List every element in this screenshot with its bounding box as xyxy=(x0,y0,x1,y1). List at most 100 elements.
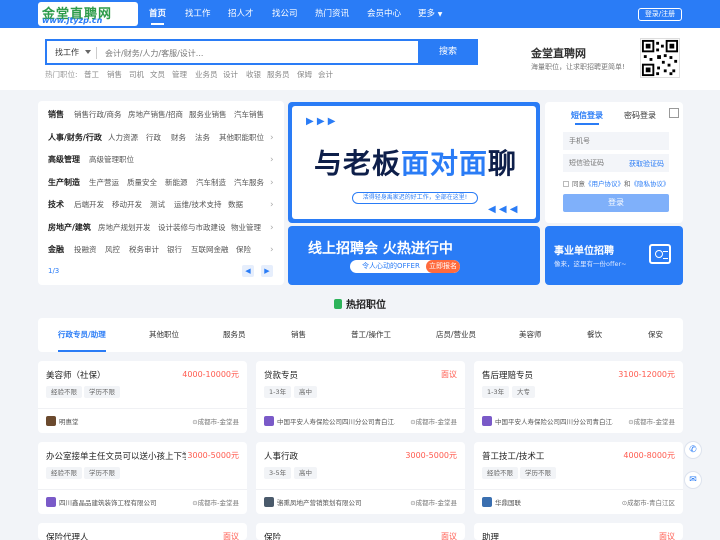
hot-job-link[interactable]: 收银 xyxy=(246,69,261,80)
job-card[interactable]: 办公室接单主任文员可以送小孩上下学 3000-5000元 经验不限 学历不限 四… xyxy=(38,442,247,514)
banner-public-institution[interactable]: 事业单位招聘 像来，这里有一份offer~ xyxy=(545,226,683,285)
nav-recruit[interactable]: 招人才 xyxy=(228,0,254,28)
job-card[interactable]: 售后理赔专员 3100-12000元 1-3年 大专 中国平安人寿保险公司四川分… xyxy=(474,361,683,433)
category-name[interactable]: 销售 xyxy=(48,104,64,127)
hot-job-link[interactable]: 保姆 xyxy=(297,69,312,80)
job-card[interactable]: 美容师（社保） 4000-10000元 经验不限 学历不限 明惠堂 ⊙成都市-金… xyxy=(38,361,247,433)
job-card[interactable]: 贷款专员 面议 1-3年 高中 中国平安人寿保险公司四川分公司青白江... ⊙成… xyxy=(256,361,465,433)
tab-worker[interactable]: 普工/操作工 xyxy=(351,318,391,352)
category-next-button[interactable]: ▶ xyxy=(261,265,273,277)
category-link[interactable]: 投融资 xyxy=(74,239,97,262)
category-link[interactable]: 测试 xyxy=(150,194,165,217)
job-title[interactable]: 美容师（社保） xyxy=(46,369,106,381)
category-row[interactable]: 高级管理 高级管理职位 › xyxy=(38,149,284,172)
company-name[interactable]: 骆熏凤地产营销策划有限公司 xyxy=(277,497,395,507)
company-name[interactable]: 明惠堂 xyxy=(59,416,177,426)
category-link[interactable]: 运维/技术支持 xyxy=(174,194,222,217)
company-name[interactable]: 中国平安人寿保险公司四川分公司青白江... xyxy=(277,416,395,426)
category-link[interactable]: 银行 xyxy=(167,239,182,262)
nav-companies[interactable]: 找公司 xyxy=(272,0,298,28)
tab-waiter[interactable]: 服务员 xyxy=(223,318,246,352)
banner-online-job-fair[interactable]: 线上招聘会 火热进行中 令人心动的OFFER 立即报名 xyxy=(288,226,540,285)
category-link[interactable]: 销售行政/商务 xyxy=(74,104,122,127)
category-link[interactable]: 行政 xyxy=(146,127,161,150)
category-link[interactable]: 汽车制造 xyxy=(196,172,226,195)
company-name[interactable]: 四川鑫晶品建筑装饰工程有限公司 xyxy=(59,497,177,507)
privacy-agreement-link[interactable]: 《隐私协议》 xyxy=(631,180,670,188)
nav-find-job[interactable]: 找工作 xyxy=(185,0,211,28)
category-link[interactable]: 其他职能职位 xyxy=(219,127,264,150)
job-title[interactable]: 贷款专员 xyxy=(264,369,298,381)
category-link[interactable]: 设计装修与市政建设 xyxy=(158,217,226,240)
category-link[interactable]: 风控 xyxy=(105,239,120,262)
job-card[interactable]: 助理 面议 xyxy=(474,523,683,540)
search-type-select[interactable]: 找工作 xyxy=(55,47,79,58)
hot-job-link[interactable]: 文员 xyxy=(150,69,165,80)
job-title[interactable]: 保险 xyxy=(264,531,281,540)
phone-icon[interactable]: ✆ xyxy=(684,441,702,459)
category-link[interactable]: 质量安全 xyxy=(127,172,157,195)
hot-job-link[interactable]: 司机 xyxy=(129,69,144,80)
category-name[interactable]: 人事/财务/行政 xyxy=(48,127,102,150)
agree-checkbox[interactable] xyxy=(563,181,569,187)
category-name[interactable]: 金融 xyxy=(48,239,64,262)
hot-job-link[interactable]: 管理 xyxy=(172,69,187,80)
category-name[interactable]: 生产制造 xyxy=(48,172,80,195)
job-title[interactable]: 助理 xyxy=(482,531,499,540)
company-name[interactable]: 华鼎国联 xyxy=(495,497,613,507)
hot-job-link[interactable]: 普工 xyxy=(84,69,99,80)
job-title[interactable]: 保险代理人 xyxy=(46,531,89,540)
hot-job-link[interactable]: 设计 xyxy=(223,69,238,80)
category-link[interactable]: 汽车服务 xyxy=(234,172,264,195)
job-card[interactable]: 普工技工/技术工 4000-8000元 经验不限 学历不限 华鼎国联 ⊙成都市-… xyxy=(474,442,683,514)
category-prev-button[interactable]: ◀ xyxy=(242,265,254,277)
category-link[interactable]: 互联网金融 xyxy=(191,239,229,262)
hot-job-link[interactable]: 会计 xyxy=(318,69,333,80)
category-link[interactable]: 高级管理职位 xyxy=(89,149,134,172)
login-register-button[interactable]: 登录/注册 xyxy=(638,8,682,21)
job-card[interactable]: 保险 面议 xyxy=(256,523,465,540)
hot-job-link[interactable]: 业务员 xyxy=(195,69,218,80)
category-row[interactable]: 生产制造 生产营运 质量安全 新能源 汽车制造 汽车服务 › xyxy=(38,172,284,195)
category-row[interactable]: 技术 后端开发 移动开发 测试 运维/技术支持 数据 › xyxy=(38,194,284,217)
nav-news[interactable]: 热门资讯 xyxy=(315,0,349,28)
get-code-button[interactable]: 获取验证码 xyxy=(629,159,664,169)
nav-member-center[interactable]: 会员中心 xyxy=(367,0,401,28)
category-row[interactable]: 人事/财务/行政 人力资源 行政 财务 法务 其他职能职位 › xyxy=(38,127,284,150)
tab-password-login[interactable]: 密码登录 xyxy=(624,110,656,121)
category-link[interactable]: 后端开发 xyxy=(74,194,104,217)
job-title[interactable]: 售后理赔专员 xyxy=(482,369,533,381)
job-title[interactable]: 人事行政 xyxy=(264,450,298,462)
hot-job-link[interactable]: 服务员 xyxy=(267,69,290,80)
category-link[interactable]: 新能源 xyxy=(165,172,188,195)
category-link[interactable]: 汽车销售 xyxy=(234,104,264,127)
user-agreement-link[interactable]: 《用户协议》 xyxy=(585,180,624,188)
site-logo[interactable]: 金堂直聘网 www.jtyzp.cn xyxy=(38,2,138,26)
job-title[interactable]: 办公室接单主任文员可以送小孩上下学 xyxy=(46,450,186,462)
tab-sales[interactable]: 销售 xyxy=(291,318,306,352)
tab-clerk[interactable]: 店员/营业员 xyxy=(436,318,476,352)
job-title[interactable]: 普工技工/技术工 xyxy=(482,450,544,462)
tab-catering[interactable]: 餐饮 xyxy=(587,318,602,352)
category-name[interactable]: 技术 xyxy=(48,194,64,217)
category-link[interactable]: 房地产规划开发 xyxy=(98,217,151,240)
search-input[interactable] xyxy=(105,44,405,62)
company-name[interactable]: 中国平安人寿保险公司四川分公司青白江... xyxy=(495,416,613,426)
job-card[interactable]: 人事行政 3000-5000元 3-5年 高中 骆熏凤地产营销策划有限公司 ⊙成… xyxy=(256,442,465,514)
category-row[interactable]: 销售 销售行政/商务 房地产销售/招商 服务业销售 汽车销售 xyxy=(38,104,284,127)
tab-security[interactable]: 保安 xyxy=(648,318,663,352)
job-card[interactable]: 保险代理人 面议 xyxy=(38,523,247,540)
category-link[interactable]: 财务 xyxy=(171,127,186,150)
tab-sms-login[interactable]: 短信登录 xyxy=(571,110,603,125)
category-row[interactable]: 金融 投融资 风控 税务审计 银行 互联网金融 保险 › xyxy=(38,239,284,262)
category-link[interactable]: 服务业销售 xyxy=(189,104,227,127)
nav-more[interactable]: 更多 ▼ xyxy=(418,0,442,28)
tab-beautician[interactable]: 美容师 xyxy=(519,318,542,352)
category-link[interactable]: 物业管理 xyxy=(231,217,261,240)
chat-icon[interactable]: ✉ xyxy=(684,471,702,489)
category-link[interactable]: 数据 xyxy=(228,194,243,217)
category-row[interactable]: 房地产/建筑 房地产规划开发 设计装修与市政建设 物业管理 › xyxy=(38,217,284,240)
banner-boss-chat[interactable]: ▶ ▶ ▶ ◀ ◀ ◀ 与老板面对面聊 活得轻身禹家迟的好工作，全部在这里! xyxy=(288,102,540,223)
category-name[interactable]: 房地产/建筑 xyxy=(48,217,91,240)
category-link[interactable]: 税务审计 xyxy=(129,239,159,262)
